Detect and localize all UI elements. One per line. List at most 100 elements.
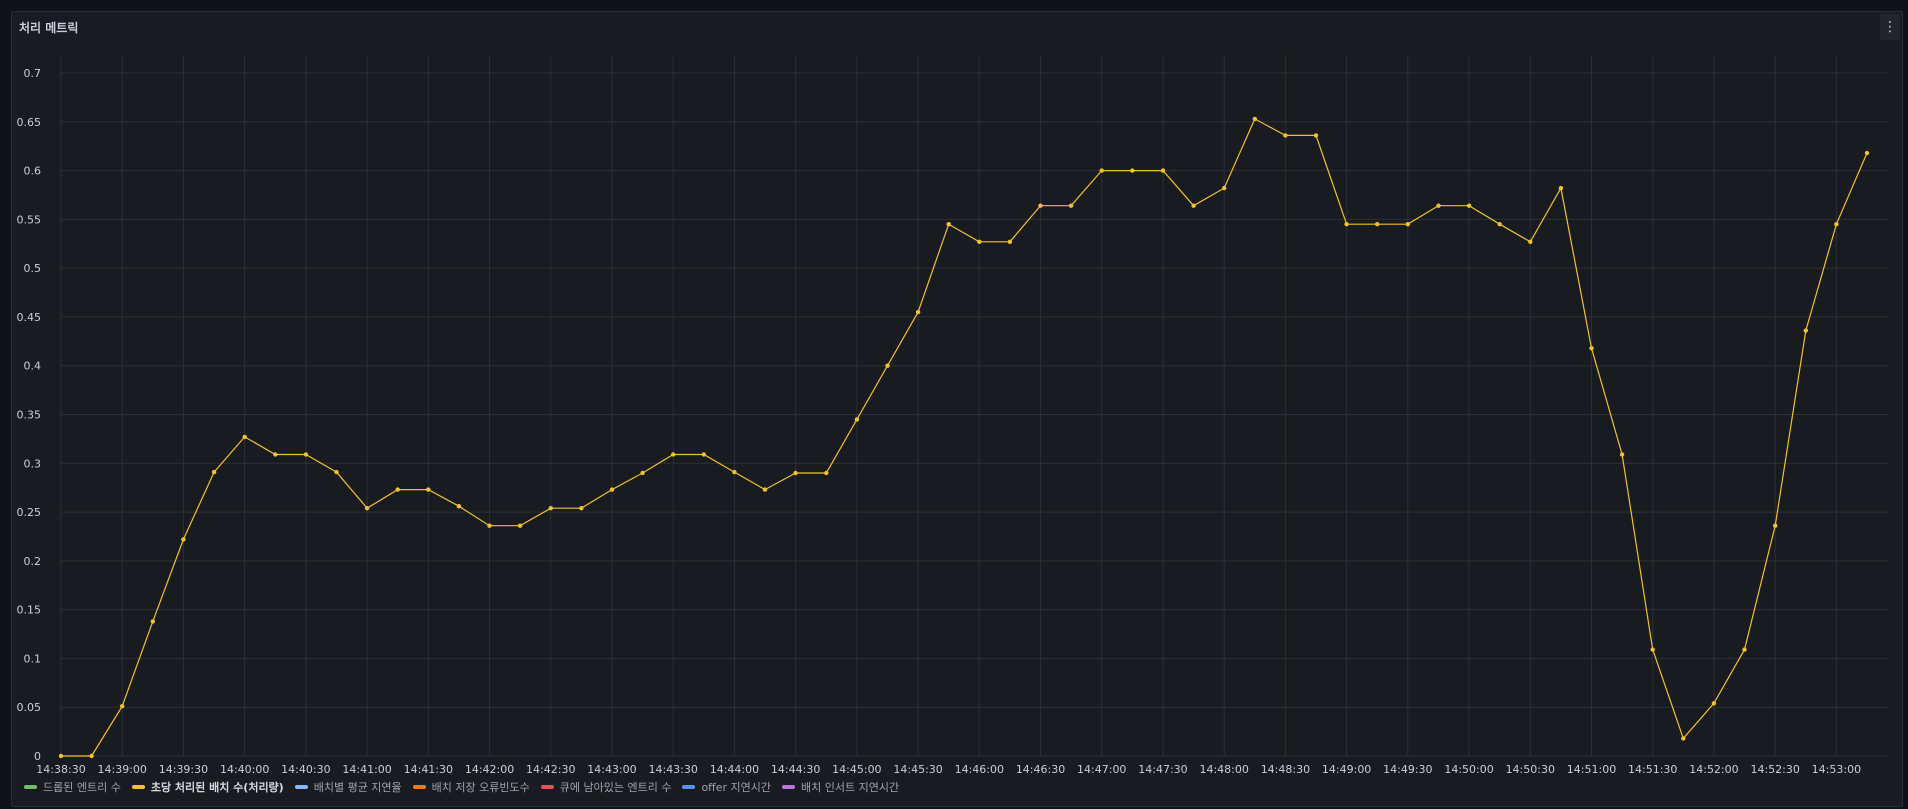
chart-legend: 드롭된 엔트리 수 초당 처리된 배치 수(처리량) 배치별 평균 지연율 배치 저장…: [24, 779, 899, 795]
data-point: [1773, 523, 1778, 528]
x-tick-label: 14:52:30: [1750, 763, 1799, 776]
data-point: [1191, 203, 1196, 208]
x-tick-label: 14:49:00: [1322, 763, 1371, 776]
data-point: [854, 417, 860, 422]
x-tick-label: 14:42:00: [465, 763, 514, 776]
x-tick-label: 14:48:00: [1199, 763, 1248, 776]
data-point: [1681, 736, 1686, 741]
x-tick-label: 14:48:30: [1261, 763, 1310, 776]
data-point: [1589, 346, 1594, 351]
data-point: [732, 469, 737, 475]
data-point: [1497, 222, 1502, 227]
x-tick-label: 14:41:00: [342, 763, 391, 776]
x-tick-label: 14:45:00: [832, 763, 881, 776]
data-point: [334, 469, 339, 475]
data-point: [1130, 168, 1135, 173]
y-tick-label: 0.5: [24, 262, 42, 275]
y-tick-label: 0.3: [24, 457, 42, 470]
x-tick-label: 14:41:30: [404, 763, 453, 776]
data-point: [824, 470, 829, 476]
data-point: [426, 487, 431, 492]
y-tick-label: 0.15: [17, 604, 42, 617]
data-point: [1436, 203, 1441, 208]
legend-item[interactable]: 드롭된 엔트리 수: [24, 779, 121, 795]
legend-swatch: [540, 785, 554, 789]
data-point: [1375, 222, 1380, 227]
legend-label: offer 지연시간: [701, 781, 772, 794]
data-point: [1558, 185, 1564, 191]
legend-label: 드롭된 엔트리 수: [43, 781, 121, 794]
data-point: [915, 309, 921, 315]
data-point: [1405, 222, 1411, 227]
data-point: [1650, 647, 1655, 652]
legend-item[interactable]: 초당 처리된 배치 수(처리량): [131, 779, 284, 795]
x-tick-label: 14:40:00: [220, 763, 269, 776]
legend-item[interactable]: 배치별 평균 지연율: [294, 779, 402, 795]
x-tick-label: 14:44:00: [710, 763, 759, 776]
data-point: [1222, 185, 1227, 191]
data-point: [517, 523, 523, 528]
data-point: [1007, 239, 1013, 244]
data-point: [701, 452, 706, 457]
y-tick-label: 0.6: [24, 165, 42, 178]
x-tick-label: 14:44:30: [771, 763, 820, 776]
y-tick-label: 0: [34, 750, 41, 763]
y-tick-label: 0.1: [24, 652, 42, 665]
x-tick-label: 14:47:00: [1077, 763, 1126, 776]
x-tick-label: 14:47:30: [1138, 763, 1187, 776]
data-point: [793, 470, 798, 476]
data-point: [579, 506, 584, 511]
x-tick-label: 14:43:30: [648, 763, 697, 776]
data-point: [1068, 203, 1074, 208]
data-point: [1619, 452, 1625, 457]
legend-item[interactable]: offer 지연시간: [682, 779, 771, 795]
legend-item[interactable]: 배치 저장 오류빈도수: [412, 779, 530, 795]
data-point: [946, 222, 951, 227]
data-point: [1283, 133, 1288, 138]
legend-swatch: [782, 785, 796, 789]
x-tick-label: 14:40:30: [281, 763, 330, 776]
y-tick-label: 0.05: [17, 701, 42, 714]
series-line: [61, 118, 1868, 757]
data-point: [548, 506, 553, 511]
x-tick-label: 14:51:00: [1567, 763, 1616, 776]
legend-swatch: [682, 785, 696, 789]
data-point: [1313, 133, 1319, 138]
y-tick-label: 0.25: [17, 506, 42, 519]
y-tick-label: 0.55: [17, 213, 42, 226]
x-tick-label: 14:46:30: [1016, 763, 1065, 776]
legend-item[interactable]: 큐에 남아있는 엔트리 수: [540, 779, 671, 795]
x-tick-label: 14:49:30: [1383, 763, 1432, 776]
data-point: [609, 487, 615, 492]
data-point: [1528, 239, 1533, 244]
y-tick-label: 0.45: [17, 311, 42, 324]
x-tick-label: 14:51:30: [1628, 763, 1677, 776]
data-point: [1099, 168, 1104, 173]
x-tick-label: 14:39:30: [159, 763, 208, 776]
legend-item[interactable]: 배치 인서트 지연시간: [782, 779, 899, 795]
data-point: [487, 523, 492, 528]
data-point: [1711, 701, 1717, 706]
x-tick-label: 14:53:00: [1812, 763, 1861, 776]
legend-label: 초당 처리된 배치 수(처리량): [150, 781, 284, 794]
data-point: [150, 619, 155, 624]
data-point: [211, 469, 217, 475]
x-tick-label: 14:50:00: [1444, 763, 1493, 776]
legend-swatch: [294, 785, 308, 789]
data-point: [89, 753, 94, 759]
legend-swatch: [131, 785, 145, 789]
x-tick-label: 14:46:00: [955, 763, 1004, 776]
data-point: [1864, 150, 1870, 156]
y-tick-label: 0.2: [24, 555, 42, 568]
x-tick-label: 14:39:00: [98, 763, 147, 776]
y-tick-label: 0.65: [17, 116, 42, 129]
x-tick-label: 14:52:00: [1689, 763, 1738, 776]
y-tick-label: 0.4: [24, 360, 42, 373]
data-point: [120, 704, 125, 709]
data-point: [242, 434, 247, 440]
data-point: [1038, 203, 1043, 208]
x-tick-label: 14:42:30: [526, 763, 575, 776]
data-point: [762, 487, 768, 492]
data-point: [1466, 203, 1472, 208]
data-point: [977, 239, 982, 244]
